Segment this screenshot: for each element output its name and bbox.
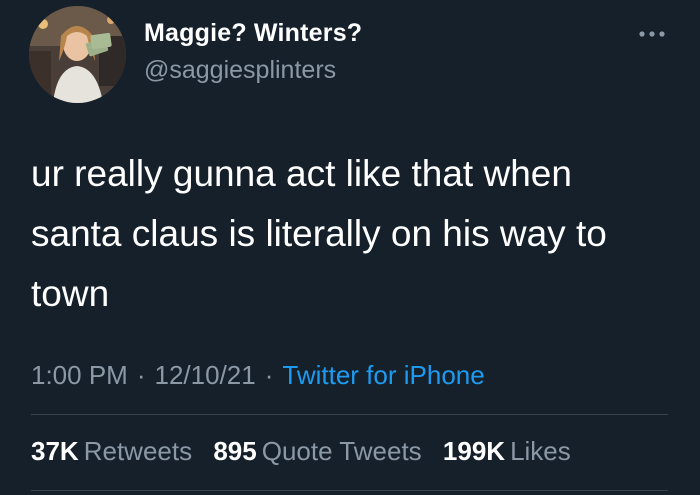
avatar-photo [29,6,126,103]
more-options-icon[interactable] [636,22,668,46]
tweet-text: ur really gunna act like that when santa… [31,153,607,314]
tweet-meta: 1:00 PM · 12/10/21 · Twitter for iPhone [31,360,485,391]
retweets-label: Retweets [83,436,193,466]
tweet-source-link[interactable]: Twitter for iPhone [282,360,484,390]
meta-separator: · [136,360,146,390]
engagement-stats: 37K Retweets 895 Quote Tweets 199K Likes [31,436,585,467]
avatar[interactable] [29,6,126,103]
quote-tweets-label: Quote Tweets [261,436,422,466]
quote-tweets-stat[interactable]: 895 Quote Tweets [213,436,421,466]
user-handle[interactable]: @saggiesplinters [144,56,336,85]
quote-tweets-count: 895 [213,436,257,466]
display-name[interactable]: Maggie? Winters? [144,19,362,48]
likes-stat[interactable]: 199K Likes [443,436,571,466]
retweets-count: 37K [31,436,79,466]
likes-label: Likes [510,436,571,466]
tweet-date[interactable]: 12/10/21 [155,360,256,390]
meta-separator: · [264,360,274,390]
divider [31,414,668,415]
tweet-card: Maggie? Winters? @saggiesplinters ur rea… [0,0,700,495]
divider [31,490,668,491]
likes-count: 199K [442,436,506,466]
retweets-stat[interactable]: 37K Retweets [31,436,192,466]
tweet-time[interactable]: 1:00 PM [31,360,128,390]
